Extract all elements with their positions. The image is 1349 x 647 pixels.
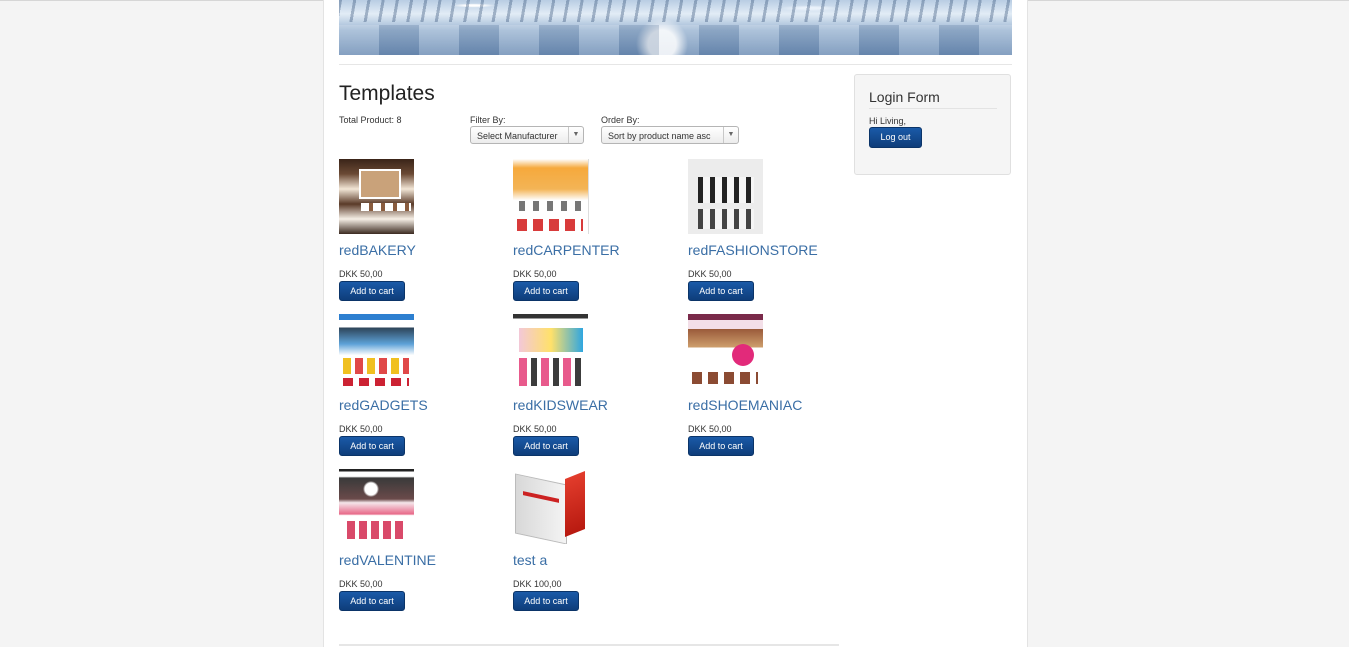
header-banner-image: [339, 0, 1012, 55]
product-name-link[interactable]: redKIDSWEAR: [513, 397, 608, 413]
product-price: DKK 50,00: [339, 269, 383, 279]
order-select[interactable]: Sort by product name asc ▼: [601, 126, 739, 144]
product-name-link[interactable]: redSHOEMANIAC: [688, 397, 802, 413]
filter-label: Filter By:: [470, 115, 506, 125]
product-thumbnail[interactable]: [513, 159, 589, 234]
software-box-side: [565, 470, 585, 538]
product-card: redFASHIONSTORE DKK 50,00 Add to cart: [688, 159, 848, 309]
product-name-link[interactable]: redCARPENTER: [513, 242, 620, 258]
product-card: redKIDSWEAR DKK 50,00 Add to cart: [513, 314, 673, 464]
product-price: DKK 50,00: [339, 579, 383, 589]
header-divider: [339, 64, 1012, 65]
product-name-link[interactable]: redFASHIONSTORE: [688, 242, 818, 258]
manufacturer-select-value: Select Manufacturer: [477, 131, 558, 141]
add-to-cart-button[interactable]: Add to cart: [339, 436, 405, 456]
product-thumbnail[interactable]: [688, 314, 763, 389]
add-to-cart-button[interactable]: Add to cart: [513, 281, 579, 301]
product-thumbnail[interactable]: [513, 469, 588, 544]
product-card: redSHOEMANIAC DKK 50,00 Add to cart: [688, 314, 848, 464]
product-price: DKK 100,00: [513, 579, 562, 589]
manufacturer-select[interactable]: Select Manufacturer ▼: [470, 126, 584, 144]
logout-button[interactable]: Log out: [869, 127, 922, 148]
product-card: redBAKERY DKK 50,00 Add to cart: [339, 159, 499, 309]
chevron-down-icon: ▼: [568, 127, 583, 143]
add-to-cart-button[interactable]: Add to cart: [688, 436, 754, 456]
product-price: DKK 50,00: [688, 424, 732, 434]
software-box-front: [515, 473, 567, 544]
product-card: redVALENTINE DKK 50,00 Add to cart: [339, 469, 499, 619]
add-to-cart-button[interactable]: Add to cart: [513, 436, 579, 456]
product-card: test a DKK 100,00 Add to cart: [513, 469, 673, 619]
product-thumbnail[interactable]: [339, 159, 414, 234]
chevron-down-icon: ▼: [723, 127, 738, 143]
product-name-link[interactable]: redGADGETS: [339, 397, 428, 413]
add-to-cart-button[interactable]: Add to cart: [688, 281, 754, 301]
add-to-cart-button[interactable]: Add to cart: [339, 591, 405, 611]
add-to-cart-button[interactable]: Add to cart: [513, 591, 579, 611]
product-card: redGADGETS DKK 50,00 Add to cart: [339, 314, 499, 464]
page-container: Templates Total Product: 8 Filter By: Se…: [323, 0, 1028, 647]
order-select-value: Sort by product name asc: [608, 131, 711, 141]
login-form-title: Login Form: [869, 89, 940, 105]
product-price: DKK 50,00: [688, 269, 732, 279]
product-card: redCARPENTER DKK 50,00 Add to cart: [513, 159, 673, 309]
login-greeting: Hi Living,: [869, 116, 907, 126]
product-name-link[interactable]: test a: [513, 552, 547, 568]
product-price: DKK 50,00: [513, 269, 557, 279]
login-form-module: Login Form Hi Living, Log out: [854, 74, 1011, 175]
product-thumbnail[interactable]: [513, 314, 588, 389]
total-product-count: Total Product: 8: [339, 115, 402, 125]
add-to-cart-button[interactable]: Add to cart: [339, 281, 405, 301]
page-title: Templates: [339, 82, 435, 105]
product-thumbnail[interactable]: [339, 314, 414, 389]
login-form-divider: [869, 108, 997, 109]
content-bottom-divider: [339, 644, 839, 646]
product-thumbnail[interactable]: [688, 159, 763, 234]
order-label: Order By:: [601, 115, 640, 125]
product-price: DKK 50,00: [513, 424, 557, 434]
product-name-link[interactable]: redBAKERY: [339, 242, 416, 258]
product-price: DKK 50,00: [339, 424, 383, 434]
product-thumbnail[interactable]: [339, 469, 414, 544]
product-name-link[interactable]: redVALENTINE: [339, 552, 436, 568]
